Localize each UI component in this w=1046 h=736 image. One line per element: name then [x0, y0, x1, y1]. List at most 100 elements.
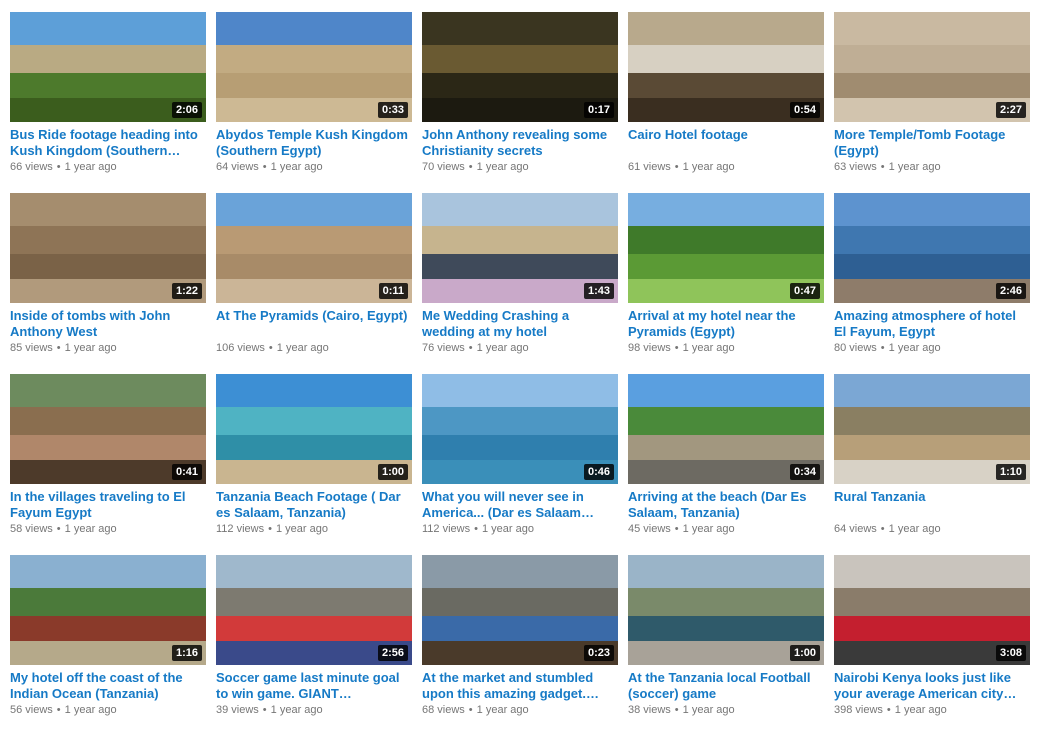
video-card[interactable]: 0:47 Arrival at my hotel near the Pyramid… [628, 193, 824, 374]
upload-age: 1 year ago [682, 342, 735, 354]
video-card[interactable]: 0:11 At The Pyramids (Cairo, Egypt) 106 vi… [216, 193, 412, 374]
video-duration-badge: 0:41 [171, 464, 202, 480]
thumbnail-color-band [834, 588, 1030, 616]
video-card[interactable]: 2:46 Amazing atmosphere of hotel El Fayum… [834, 193, 1030, 374]
video-meta: 38 views • 1 year ago [628, 702, 824, 718]
video-thumbnail[interactable]: 2:56 [216, 555, 412, 665]
video-title-link[interactable]: Nairobi Kenya looks just like your avera… [834, 670, 1030, 702]
video-card[interactable]: 2:06 Bus Ride footage heading into Kush K… [10, 12, 206, 193]
view-count: 106 views [216, 342, 265, 354]
video-duration-badge: 1:22 [171, 283, 202, 299]
video-thumbnail[interactable]: 2:27 [834, 12, 1030, 122]
upload-age: 1 year ago [64, 342, 117, 354]
video-title-link[interactable]: Cairo Hotel footage [628, 127, 824, 159]
video-title-link[interactable]: Tanzania Beach Footage ( Dar es Salaam, … [216, 489, 412, 521]
video-title-link[interactable]: John Anthony revealing some Christianity… [422, 127, 618, 159]
video-thumbnail[interactable]: 0:17 [422, 12, 618, 122]
video-meta: 80 views • 1 year ago [834, 340, 1030, 356]
video-title-link[interactable]: More Temple/Tomb Footage (Egypt) [834, 127, 1030, 159]
video-card[interactable]: 2:56 Soccer game last minute goal to win … [216, 555, 412, 736]
video-title-link[interactable]: Soccer game last minute goal to win game… [216, 670, 412, 702]
thumbnail-color-band [628, 45, 824, 73]
video-duration-badge: 1:10 [995, 464, 1026, 480]
video-thumbnail[interactable]: 2:46 [834, 193, 1030, 303]
video-title-link[interactable]: Arrival at my hotel near the Pyramids (E… [628, 308, 824, 340]
view-count: 398 views [834, 704, 883, 716]
video-card[interactable]: 1:00 At the Tanzania local Football (socc… [628, 555, 824, 736]
video-title-link[interactable]: Inside of tombs with John Anthony West [10, 308, 206, 340]
video-card[interactable]: 0:33 Abydos Temple Kush Kingdom (Southern… [216, 12, 412, 193]
video-card[interactable]: 1:43 Me Wedding Crashing a wedding at my … [422, 193, 618, 374]
thumbnail-color-band [628, 407, 824, 435]
upload-age: 1 year ago [888, 523, 941, 535]
video-title-link[interactable]: Amazing atmosphere of hotel El Fayum, Eg… [834, 308, 1030, 340]
video-thumbnail[interactable]: 0:47 [628, 193, 824, 303]
video-thumbnail[interactable]: 1:16 [10, 555, 206, 665]
video-card[interactable]: 3:08 Nairobi Kenya looks just like your a… [834, 555, 1030, 736]
view-count: 85 views [10, 342, 53, 354]
video-card[interactable]: 0:34 Arriving at the beach (Dar Es Salaam… [628, 374, 824, 555]
separator-dot: • [56, 161, 61, 173]
video-thumbnail[interactable]: 3:08 [834, 555, 1030, 665]
video-thumbnail[interactable]: 0:54 [628, 12, 824, 122]
video-card[interactable]: 1:10 Rural Tanzania 64 views • 1 year ago [834, 374, 1030, 555]
video-meta: 64 views • 1 year ago [216, 159, 412, 175]
thumbnail-color-band [422, 588, 618, 616]
video-card[interactable]: 1:16 My hotel off the coast of the Indian… [10, 555, 206, 736]
video-card[interactable]: 0:54 Cairo Hotel footage 61 views • 1 year a… [628, 12, 824, 193]
thumbnail-color-band [10, 555, 206, 588]
video-thumbnail[interactable]: 0:34 [628, 374, 824, 484]
video-title-link[interactable]: At The Pyramids (Cairo, Egypt) [216, 308, 412, 340]
video-thumbnail[interactable]: 1:22 [10, 193, 206, 303]
video-card[interactable]: 0:23 At the market and stumbled upon this… [422, 555, 618, 736]
video-thumbnail[interactable]: 0:11 [216, 193, 412, 303]
video-thumbnail[interactable]: 0:46 [422, 374, 618, 484]
thumbnail-color-band [422, 72, 618, 98]
video-title-link[interactable]: At the Tanzania local Football (soccer) … [628, 670, 824, 702]
thumbnail-color-band [834, 12, 1030, 45]
video-card[interactable]: 1:22 Inside of tombs with John Anthony We… [10, 193, 206, 374]
video-title-link[interactable]: What you will never see in America... (D… [422, 489, 618, 521]
thumbnail-color-band [628, 253, 824, 279]
video-thumbnail[interactable]: 1:43 [422, 193, 618, 303]
video-card[interactable]: 0:41 In the villages traveling to El Fayu… [10, 374, 206, 555]
separator-dot: • [880, 342, 885, 354]
thumbnail-color-band [628, 12, 824, 45]
separator-dot: • [880, 523, 885, 535]
video-thumbnail[interactable]: 0:23 [422, 555, 618, 665]
video-meta: 56 views • 1 year ago [10, 702, 206, 718]
video-meta: 106 views • 1 year ago [216, 340, 412, 356]
video-card[interactable]: 0:46 What you will never see in America..… [422, 374, 618, 555]
video-thumbnail[interactable]: 0:41 [10, 374, 206, 484]
video-thumbnail[interactable]: 0:33 [216, 12, 412, 122]
video-title-link[interactable]: Rural Tanzania [834, 489, 1030, 521]
thumbnail-color-band [10, 12, 206, 45]
video-title-link[interactable]: My hotel off the coast of the Indian Oce… [10, 670, 206, 702]
video-thumbnail[interactable]: 1:00 [216, 374, 412, 484]
video-meta: 39 views • 1 year ago [216, 702, 412, 718]
video-card[interactable]: 0:17 John Anthony revealing some Christia… [422, 12, 618, 193]
thumbnail-color-band [422, 555, 618, 588]
video-thumbnail[interactable]: 1:00 [628, 555, 824, 665]
video-title-link[interactable]: Abydos Temple Kush Kingdom (Southern Egy… [216, 127, 412, 159]
video-card[interactable]: 1:00 Tanzania Beach Footage ( Dar es Sala… [216, 374, 412, 555]
video-duration-badge: 1:43 [583, 283, 614, 299]
thumbnail-color-band [10, 193, 206, 226]
view-count: 70 views [422, 161, 465, 173]
thumbnail-color-band [216, 72, 412, 98]
video-title-link[interactable]: Me Wedding Crashing a wedding at my hote… [422, 308, 618, 340]
view-count: 76 views [422, 342, 465, 354]
video-title-link[interactable]: Bus Ride footage heading into Kush Kingd… [10, 127, 206, 159]
thumbnail-color-band [216, 434, 412, 460]
thumbnail-color-band [216, 12, 412, 45]
video-title-link[interactable]: In the villages traveling to El Fayum Eg… [10, 489, 206, 521]
video-thumbnail[interactable]: 1:10 [834, 374, 1030, 484]
video-card[interactable]: 2:27 More Temple/Tomb Footage (Egypt) 63 v… [834, 12, 1030, 193]
thumbnail-color-band [10, 226, 206, 254]
video-title-link[interactable]: Arriving at the beach (Dar Es Salaam, Ta… [628, 489, 824, 521]
thumbnail-color-band [216, 588, 412, 616]
video-thumbnail[interactable]: 2:06 [10, 12, 206, 122]
thumbnail-color-band [628, 555, 824, 588]
video-title-link[interactable]: At the market and stumbled upon this ama… [422, 670, 618, 702]
thumbnail-color-band [216, 193, 412, 226]
